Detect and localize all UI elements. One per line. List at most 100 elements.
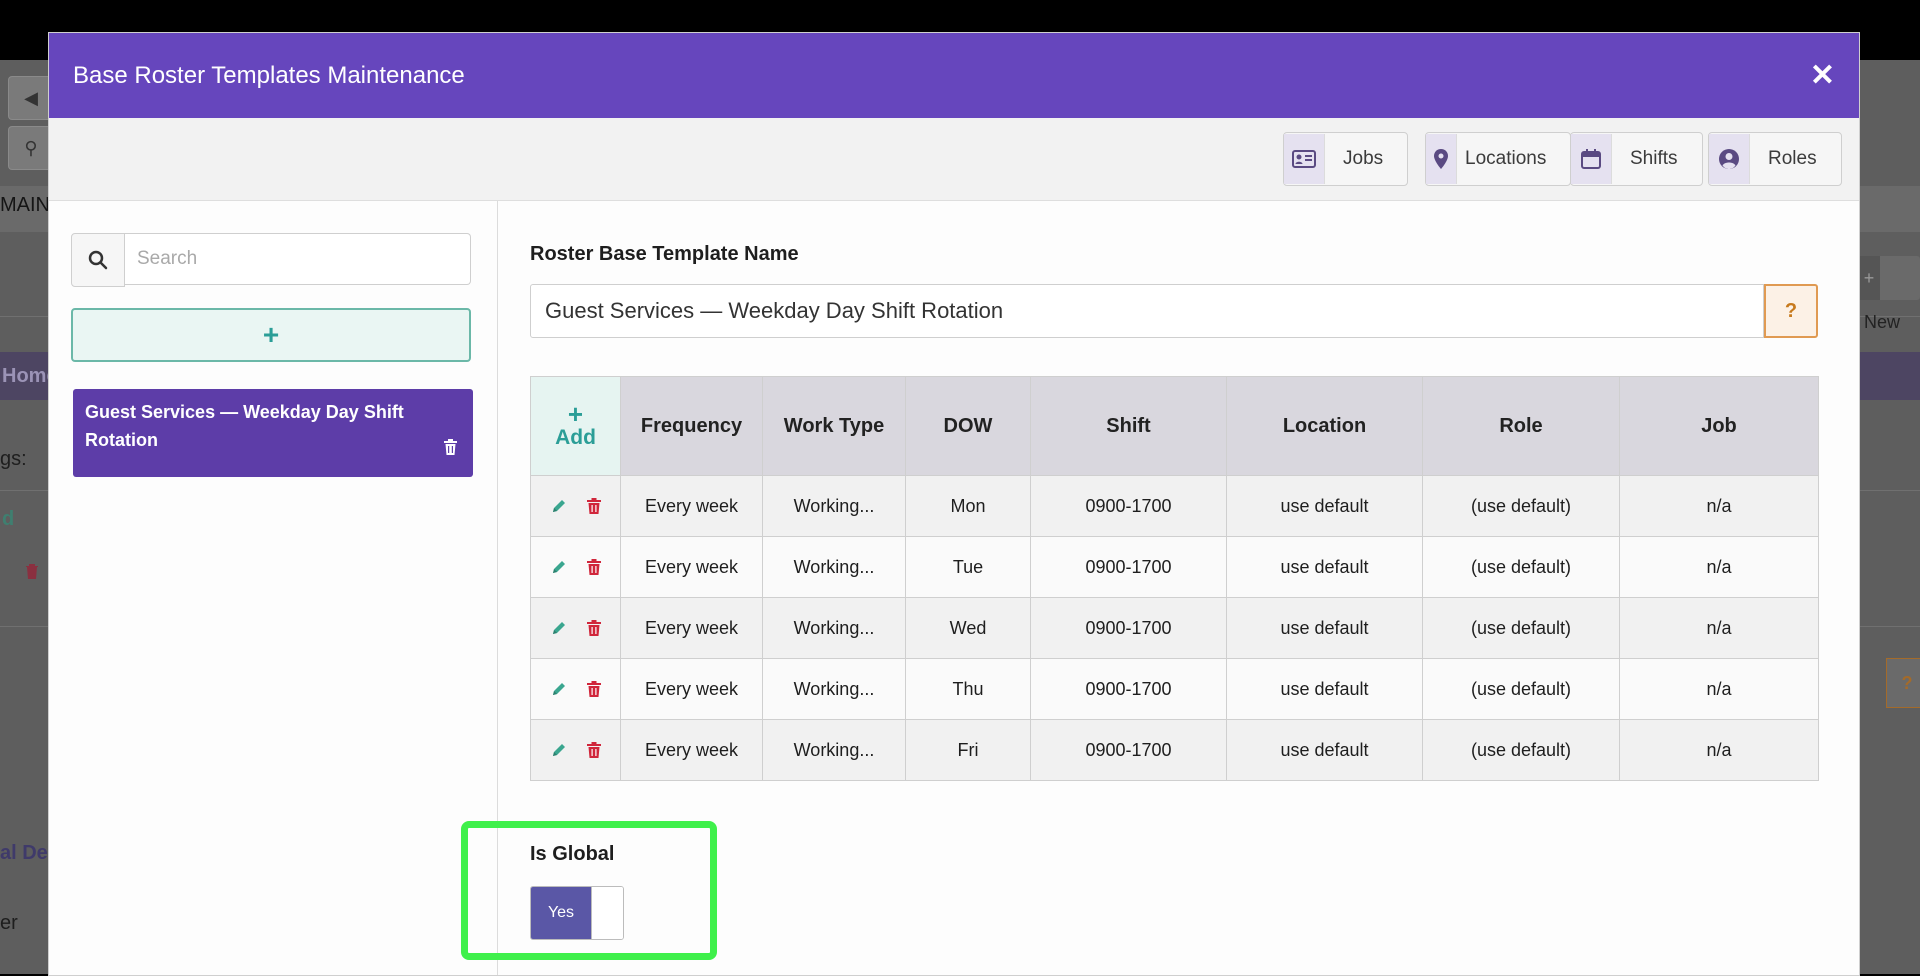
bg-tab-main: MAIN	[0, 194, 50, 216]
cell-job: n/a	[1619, 475, 1819, 537]
close-icon[interactable]: ✕	[1810, 60, 1835, 91]
toggle-on-label: Yes	[531, 887, 591, 939]
column-header-shift: Shift	[1030, 376, 1227, 476]
bg-add-fragment: d	[2, 508, 15, 530]
locations-button-label: Locations	[1465, 148, 1547, 169]
bg-detail-fragment: al De	[0, 842, 48, 864]
cell-work-type: Working...	[762, 536, 906, 598]
cell-frequency: Every week	[620, 658, 763, 720]
table-row: Every week Working... Mon 0900-1700 use defa…	[530, 475, 1819, 537]
shifts-button-label: Shifts	[1630, 148, 1678, 169]
shifts-button[interactable]: Shifts	[1570, 132, 1703, 186]
map-pin-icon	[1426, 134, 1457, 184]
cell-dow: Wed	[905, 597, 1031, 659]
delete-icon[interactable]	[586, 498, 601, 514]
cell-work-type: Working...	[762, 475, 906, 537]
cell-location: use default	[1226, 475, 1423, 537]
cell-location: use default	[1226, 658, 1423, 720]
cell-job: n/a	[1619, 719, 1819, 781]
plus-icon: +	[567, 399, 584, 429]
cell-shift: 0900-1700	[1030, 719, 1227, 781]
cell-dow: Fri	[905, 719, 1031, 781]
column-header-frequency: Frequency	[620, 376, 763, 476]
cell-dow: Mon	[905, 475, 1031, 537]
cell-location: use default	[1226, 597, 1423, 659]
edit-icon[interactable]	[551, 620, 567, 636]
cell-frequency: Every week	[620, 536, 763, 598]
modal-title: Base Roster Templates Maintenance	[73, 61, 465, 89]
column-header-dow: DOW	[905, 376, 1031, 476]
bg-new-label: New	[1864, 312, 1901, 332]
cell-shift: 0900-1700	[1030, 536, 1227, 598]
add-row-button[interactable]: + Add	[530, 376, 621, 476]
column-header-location: Location	[1226, 376, 1423, 476]
template-name-label: Roster Base Template Name	[530, 243, 799, 265]
row-actions-group	[532, 498, 619, 514]
column-header-role: Role	[1422, 376, 1620, 476]
table-row: Every week Working... Fri 0900-1700 use defa…	[530, 719, 1819, 781]
roles-button[interactable]: Roles	[1708, 132, 1842, 186]
roster-templates-modal: Base Roster Templates Maintenance ✕ Jobs…	[48, 32, 1860, 976]
cell-work-type: Working...	[762, 658, 906, 720]
template-list-item[interactable]: Guest Services — Weekday Day Shift Rotat…	[73, 389, 473, 477]
row-actions	[530, 536, 621, 598]
cell-job: n/a	[1619, 536, 1819, 598]
cell-job: n/a	[1619, 597, 1819, 659]
search-icon[interactable]	[71, 233, 125, 287]
toggle-handle	[591, 887, 623, 939]
cell-frequency: Every week	[620, 597, 763, 659]
edit-icon[interactable]	[551, 742, 567, 758]
search-group	[71, 233, 471, 287]
delete-icon[interactable]	[586, 742, 601, 758]
jobs-button[interactable]: Jobs	[1283, 132, 1409, 186]
row-actions	[530, 475, 621, 537]
cell-role: (use default)	[1422, 536, 1620, 598]
cell-dow: Tue	[905, 536, 1031, 598]
add-template-button[interactable]: +	[71, 308, 471, 362]
cell-frequency: Every week	[620, 719, 763, 781]
row-actions	[530, 597, 621, 659]
template-editor: Roster Base Template Name ? + Add Freque…	[461, 201, 1859, 975]
id-card-icon	[1284, 134, 1325, 184]
shift-pattern-table: + Add Frequency Work Type DOW Shift Loca…	[530, 376, 1819, 781]
template-item-name: Guest Services — Weekday Day Shift Rotat…	[85, 402, 404, 450]
bg-plus-icon: +	[1858, 256, 1880, 300]
cell-dow: Thu	[905, 658, 1031, 720]
modal-header: Base Roster Templates Maintenance ✕	[49, 33, 1859, 118]
bg-settings-fragment: gs:	[0, 448, 27, 470]
cell-role: (use default)	[1422, 475, 1620, 537]
delete-icon[interactable]	[586, 559, 601, 575]
edit-icon[interactable]	[551, 498, 567, 514]
is-global-label: Is Global	[530, 843, 615, 865]
column-header-work-type: Work Type	[762, 376, 906, 476]
bg-help-icon: ?	[1886, 658, 1920, 708]
cell-work-type: Working...	[762, 719, 906, 781]
row-actions-group	[532, 620, 619, 636]
trash-icon[interactable]	[444, 435, 457, 463]
templates-sidebar: + Guest Services — Weekday Day Shift Rot…	[49, 201, 498, 975]
cell-location: use default	[1226, 719, 1423, 781]
help-button[interactable]: ?	[1764, 284, 1818, 338]
is-global-toggle[interactable]: Yes	[530, 886, 624, 940]
row-actions	[530, 719, 621, 781]
bg-other-fragment: er	[0, 912, 18, 934]
row-actions-group	[532, 681, 619, 697]
edit-icon[interactable]	[551, 559, 567, 575]
jobs-button-label: Jobs	[1343, 148, 1384, 169]
bg-new-button: + New	[1858, 256, 1920, 332]
table-header-row: + Add Frequency Work Type DOW Shift Loca…	[530, 376, 1819, 476]
toolbar: Jobs Locations Shifts Roles	[49, 118, 1859, 201]
delete-icon[interactable]	[586, 620, 601, 636]
roles-button-label: Roles	[1768, 148, 1817, 169]
template-name-input[interactable]	[530, 284, 1764, 338]
edit-icon[interactable]	[551, 681, 567, 697]
table-row: Every week Working... Wed 0900-1700 use defa…	[530, 597, 1819, 659]
locations-button[interactable]: Locations	[1425, 132, 1572, 186]
cell-shift: 0900-1700	[1030, 597, 1227, 659]
cell-location: use default	[1226, 536, 1423, 598]
cell-frequency: Every week	[620, 475, 763, 537]
cell-work-type: Working...	[762, 597, 906, 659]
cell-role: (use default)	[1422, 658, 1620, 720]
search-input[interactable]	[125, 233, 471, 285]
delete-icon[interactable]	[586, 681, 601, 697]
